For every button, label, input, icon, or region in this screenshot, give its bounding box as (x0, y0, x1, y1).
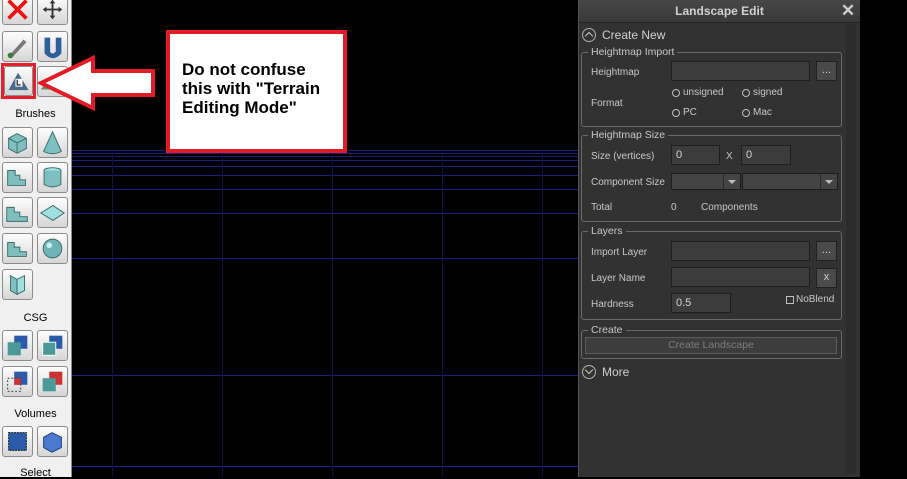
viewport-right-edge (860, 0, 907, 477)
cylinder-brush-button[interactable] (37, 162, 68, 193)
spiral-stairs-icon (7, 241, 27, 257)
landscape-mode-button[interactable] (4, 66, 33, 96)
volumetric-brush-button[interactable] (2, 269, 33, 300)
annotation-line-3: Editing Mode" (182, 98, 297, 117)
sphere-brush-button[interactable] (37, 233, 68, 264)
csg-add-button[interactable] (2, 330, 33, 361)
cube-brush-button[interactable] (2, 127, 33, 158)
format-unsigned-radio[interactable]: unsigned (672, 87, 724, 98)
brush-pencil-icon (7, 39, 27, 59)
annotation-line-1: Do not confuse (182, 60, 306, 79)
spiral-stair-brush-button[interactable] (2, 233, 33, 264)
hardness-input[interactable]: 0.5 (671, 293, 731, 313)
total-unit: Components (701, 202, 758, 213)
csg-subtract-button[interactable] (37, 330, 68, 361)
hardness-label: Hardness (591, 299, 634, 310)
volume-cube-icon (43, 432, 62, 453)
heightmap-import-label: Heightmap Import (588, 46, 678, 58)
create-landscape-button[interactable]: Create Landscape (585, 337, 837, 354)
cube-icon (8, 133, 27, 154)
component-size-label: Component Size (591, 177, 665, 188)
csg-deintersect-button[interactable] (37, 366, 68, 397)
size-y-input[interactable]: 0 (741, 145, 791, 165)
heightmap-size-group: Heightmap Size Size (vertices) 0 X 0 Com… (581, 129, 842, 222)
sheet-brush-button[interactable] (37, 197, 68, 228)
move-arrows-icon (42, 0, 63, 20)
annotation-arrow (38, 55, 155, 111)
import-layer-field[interactable] (671, 241, 810, 261)
size-vertices-label: Size (vertices) (591, 151, 655, 162)
volume-box-icon (8, 432, 27, 451)
size-x-separator: X (726, 151, 733, 162)
format-pc-radio[interactable]: PC (672, 107, 697, 118)
panel-scrollbar[interactable] (846, 24, 856, 474)
format-signed-radio[interactable]: signed (742, 87, 782, 98)
cylinder-icon (43, 167, 62, 188)
noblend-checkbox[interactable]: NoBlend (786, 294, 834, 305)
create-new-label: Create New (602, 28, 666, 42)
chevron-down-icon (820, 174, 837, 189)
csg-section-label: CSG (23, 312, 48, 324)
csg-deintersect-icon (42, 371, 63, 392)
heightmap-import-group: Heightmap Import Heightmap ... Format un… (581, 46, 842, 127)
volumetric-icon (10, 274, 25, 296)
curved-stair-brush-button[interactable] (2, 162, 33, 193)
sphere-icon (42, 238, 63, 259)
transform-tool-button[interactable] (37, 0, 68, 25)
layer-name-clear-button[interactable]: x (816, 268, 837, 288)
sheet-icon (39, 204, 66, 222)
total-value: 0 (671, 202, 677, 213)
panel-title: Landscape Edit (675, 4, 764, 18)
heightmap-field[interactable] (671, 61, 810, 81)
size-x-input[interactable]: 0 (671, 145, 720, 165)
more-label: More (602, 365, 630, 379)
volumes-section-label: Volumes (14, 408, 57, 420)
collapse-chevron-icon (582, 28, 596, 42)
cone-brush-button[interactable] (37, 127, 68, 158)
component-size-select-2[interactable] (742, 173, 838, 190)
heightmap-label: Heightmap (591, 67, 640, 78)
expand-chevron-icon (582, 365, 596, 379)
import-layer-label: Import Layer (591, 247, 648, 258)
volume-class-button[interactable] (37, 426, 68, 457)
linear-stair-brush-button[interactable] (2, 197, 33, 228)
create-new-expander[interactable]: Create New (582, 28, 665, 42)
close-icon[interactable]: ✕ (840, 0, 856, 22)
import-layer-browse-button[interactable]: ... (816, 241, 837, 261)
format-mac-radio[interactable]: Mac (742, 107, 772, 118)
create-group-label: Create (588, 324, 626, 336)
layer-name-label: Layer Name (591, 273, 646, 284)
cone-icon (43, 130, 62, 155)
layers-label: Layers (588, 225, 626, 237)
format-label: Format (591, 98, 623, 109)
chevron-down-icon (723, 174, 740, 189)
linear-stairs-icon (6, 206, 28, 222)
landscape-icon (8, 72, 29, 91)
layer-name-field[interactable] (671, 267, 810, 287)
component-size-select-1[interactable] (671, 173, 741, 190)
heightmap-size-label: Heightmap Size (588, 129, 669, 141)
add-volume-button[interactable] (2, 426, 33, 457)
total-label: Total (591, 202, 613, 213)
annotation-line-2: this with "Terrain (182, 79, 321, 98)
select-section-label: Select (20, 467, 51, 479)
csg-subtract-icon (42, 335, 63, 356)
panel-title-bar: Landscape Edit ✕ (579, 0, 860, 23)
annotation-callout: Do not confuse this with "Terrain Editin… (166, 30, 347, 153)
csg-add-icon (7, 335, 28, 356)
landscape-edit-panel: Landscape Edit ✕ Create New Heightmap Im… (578, 0, 860, 477)
geometry-tool-button[interactable] (2, 31, 33, 62)
layers-group: Layers Import Layer ... Layer Name x Har… (581, 225, 842, 320)
csg-intersect-icon (7, 371, 28, 392)
red-x-icon (7, 0, 28, 20)
heightmap-browse-button[interactable]: ... (816, 61, 837, 81)
more-expander[interactable]: More (582, 365, 629, 379)
stairs-icon (7, 170, 26, 186)
csg-intersect-button[interactable] (2, 366, 33, 397)
close-mode-button[interactable] (2, 0, 33, 25)
